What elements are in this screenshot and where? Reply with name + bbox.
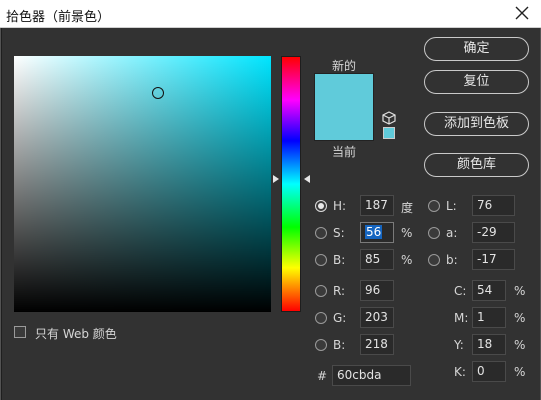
new-color-swatch xyxy=(314,73,374,107)
r-input[interactable]: 96 xyxy=(360,280,394,301)
ok-button[interactable]: 确定 xyxy=(424,37,529,61)
color-picker-cursor[interactable] xyxy=(152,87,164,99)
b-hsb-unit: % xyxy=(401,253,413,267)
b-rgb-label: B: xyxy=(333,338,346,352)
b-lab-input[interactable]: -17 xyxy=(472,249,515,270)
hue-slider[interactable] xyxy=(281,56,301,312)
web-safe-cube-icon[interactable] xyxy=(382,111,396,125)
c-input[interactable]: 54 xyxy=(472,280,506,301)
web-colors-only-label: 只有 Web 颜色 xyxy=(35,327,117,341)
c-unit: % xyxy=(514,284,526,298)
h-unit: 度 xyxy=(401,201,414,215)
g-input[interactable]: 203 xyxy=(360,307,394,328)
b-hsb-input[interactable]: 85 xyxy=(360,249,394,270)
new-color-label: 新的 xyxy=(331,59,356,73)
k-unit: % xyxy=(514,365,526,379)
g-label: G: xyxy=(333,311,347,325)
radio-r[interactable] xyxy=(315,285,327,297)
radio-a[interactable] xyxy=(428,227,440,239)
b-rgb-input[interactable]: 218 xyxy=(360,334,394,355)
m-unit: % xyxy=(514,311,526,325)
radio-g[interactable] xyxy=(315,312,327,324)
y-label: Y: xyxy=(454,338,464,352)
l-label: L: xyxy=(446,199,457,213)
y-unit: % xyxy=(514,338,526,352)
k-input[interactable]: 0 xyxy=(472,361,506,382)
radio-h[interactable] xyxy=(315,200,327,212)
s-unit: % xyxy=(401,226,413,240)
hue-slider-left-arrow[interactable] xyxy=(273,175,279,183)
web-colors-only-checkbox[interactable] xyxy=(14,326,26,338)
radio-b-lab[interactable] xyxy=(428,254,440,266)
a-label: a: xyxy=(446,226,458,240)
h-label: H: xyxy=(333,199,347,213)
radio-l[interactable] xyxy=(428,200,440,212)
a-input[interactable]: -29 xyxy=(472,222,515,243)
y-input[interactable]: 18 xyxy=(472,334,506,355)
l-input[interactable]: 76 xyxy=(472,195,515,216)
h-input[interactable]: 187 xyxy=(360,195,394,216)
r-label: R: xyxy=(333,284,346,298)
saturation-brightness-field[interactable] xyxy=(14,56,271,312)
k-label: K: xyxy=(454,365,466,379)
c-label: C: xyxy=(454,284,467,298)
hex-input[interactable]: 60cbda xyxy=(332,365,411,386)
close-icon[interactable] xyxy=(511,2,533,24)
title-bar: 拾色器（前景色） xyxy=(0,0,541,28)
hex-label: # xyxy=(317,369,328,383)
b-lab-label: b: xyxy=(446,253,458,267)
b-hsb-label: B: xyxy=(333,253,346,267)
s-value: 56 xyxy=(365,225,383,239)
radio-s[interactable] xyxy=(315,227,327,239)
m-label: M: xyxy=(454,311,469,325)
window-title: 拾色器（前景色） xyxy=(6,10,111,25)
current-color-swatch[interactable] xyxy=(314,107,374,141)
m-input[interactable]: 1 xyxy=(472,307,506,328)
color-picker-dialog: 新的 当前 确定 复位 添加到色板 颜色库 H: 187 度 S: 56 % B… xyxy=(1,28,540,400)
reset-button[interactable]: 复位 xyxy=(424,70,529,94)
add-to-swatches-button[interactable]: 添加到色板 xyxy=(424,112,529,136)
radio-b-rgb[interactable] xyxy=(315,339,327,351)
web-safe-swatch[interactable] xyxy=(383,127,395,139)
current-color-label: 当前 xyxy=(331,145,356,159)
color-libraries-button[interactable]: 颜色库 xyxy=(424,153,529,177)
radio-b-hsb[interactable] xyxy=(315,254,327,266)
s-label: S: xyxy=(333,226,345,240)
hue-slider-right-arrow[interactable] xyxy=(304,175,310,183)
s-input[interactable]: 56 xyxy=(360,222,394,243)
